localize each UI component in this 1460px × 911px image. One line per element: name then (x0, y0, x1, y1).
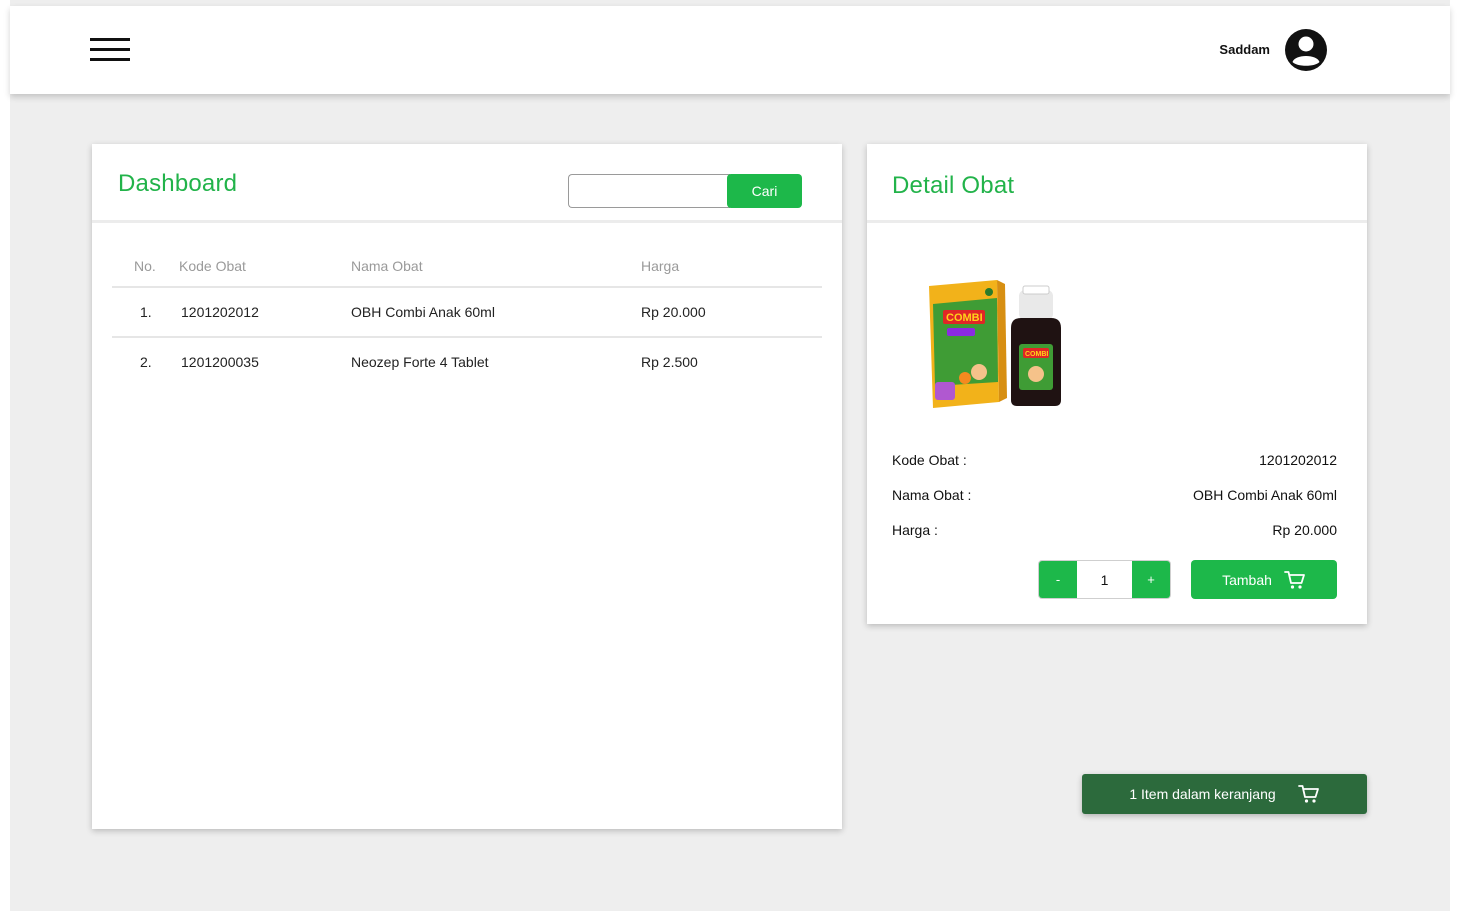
harga-value: Rp 20.000 (1272, 522, 1337, 538)
nama-obat-label: Nama Obat : (892, 487, 972, 503)
tambah-button[interactable]: Tambah (1191, 560, 1337, 599)
cell-no: 2. (140, 354, 152, 370)
column-header-kode: Kode Obat (179, 258, 246, 274)
column-header-harga: Harga (641, 258, 680, 274)
header-divider (867, 220, 1367, 223)
cart-icon (1284, 570, 1305, 589)
nama-obat-value: OBH Combi Anak 60ml (1193, 487, 1337, 503)
detail-title: Detail Obat (892, 172, 1015, 199)
header-divider (92, 220, 842, 223)
decrease-quantity-button[interactable]: - (1039, 561, 1077, 598)
cell-kode: 1201202012 (181, 304, 259, 320)
tambah-label: Tambah (1222, 571, 1272, 588)
harga-label: Harga : (892, 522, 938, 538)
svg-text:COMBI: COMBI (1025, 351, 1048, 358)
product-image: COMBI COMBI (929, 280, 1061, 408)
column-header-nama: Nama Obat (351, 258, 423, 274)
cell-harga: Rp 20.000 (641, 304, 706, 320)
cart-summary-label: 1 Item dalam keranjang (1129, 786, 1276, 802)
detail-obat-card: Detail Obat COMBI COMBI Kode Obat : 1201… (867, 144, 1367, 624)
dashboard-card: Dashboard Cari No. Kode Obat Nama Obat H… (92, 144, 842, 829)
table-row[interactable]: 2. 1201200035 Neozep Forte 4 Tablet Rp 2… (112, 338, 822, 386)
cell-nama: OBH Combi Anak 60ml (351, 304, 495, 320)
user-circle-icon[interactable] (1284, 28, 1328, 72)
quantity-input[interactable] (1077, 561, 1132, 598)
cell-nama: Neozep Forte 4 Tablet (351, 354, 489, 370)
kode-obat-label: Kode Obat : (892, 452, 967, 468)
cart-summary-button[interactable]: 1 Item dalam keranjang (1082, 774, 1367, 814)
column-header-no: No. (134, 258, 156, 274)
kode-obat-value: 1201202012 (1259, 452, 1337, 468)
search-input[interactable] (568, 174, 730, 208)
dashboard-title: Dashboard (118, 170, 238, 197)
table-row[interactable]: 1. 1201202012 OBH Combi Anak 60ml Rp 20.… (112, 288, 822, 336)
username-label: Saddam (1219, 42, 1270, 57)
search-button[interactable]: Cari (727, 174, 802, 208)
svg-text:COMBI: COMBI (946, 312, 983, 324)
top-navbar: Saddam (10, 6, 1450, 94)
cart-icon (1297, 785, 1319, 803)
increase-quantity-button[interactable]: + (1132, 561, 1170, 598)
cell-no: 1. (140, 304, 152, 320)
quantity-stepper: - + (1038, 560, 1171, 599)
cell-harga: Rp 2.500 (641, 354, 698, 370)
cell-kode: 1201200035 (181, 354, 259, 370)
hamburger-menu-icon[interactable] (90, 38, 130, 62)
